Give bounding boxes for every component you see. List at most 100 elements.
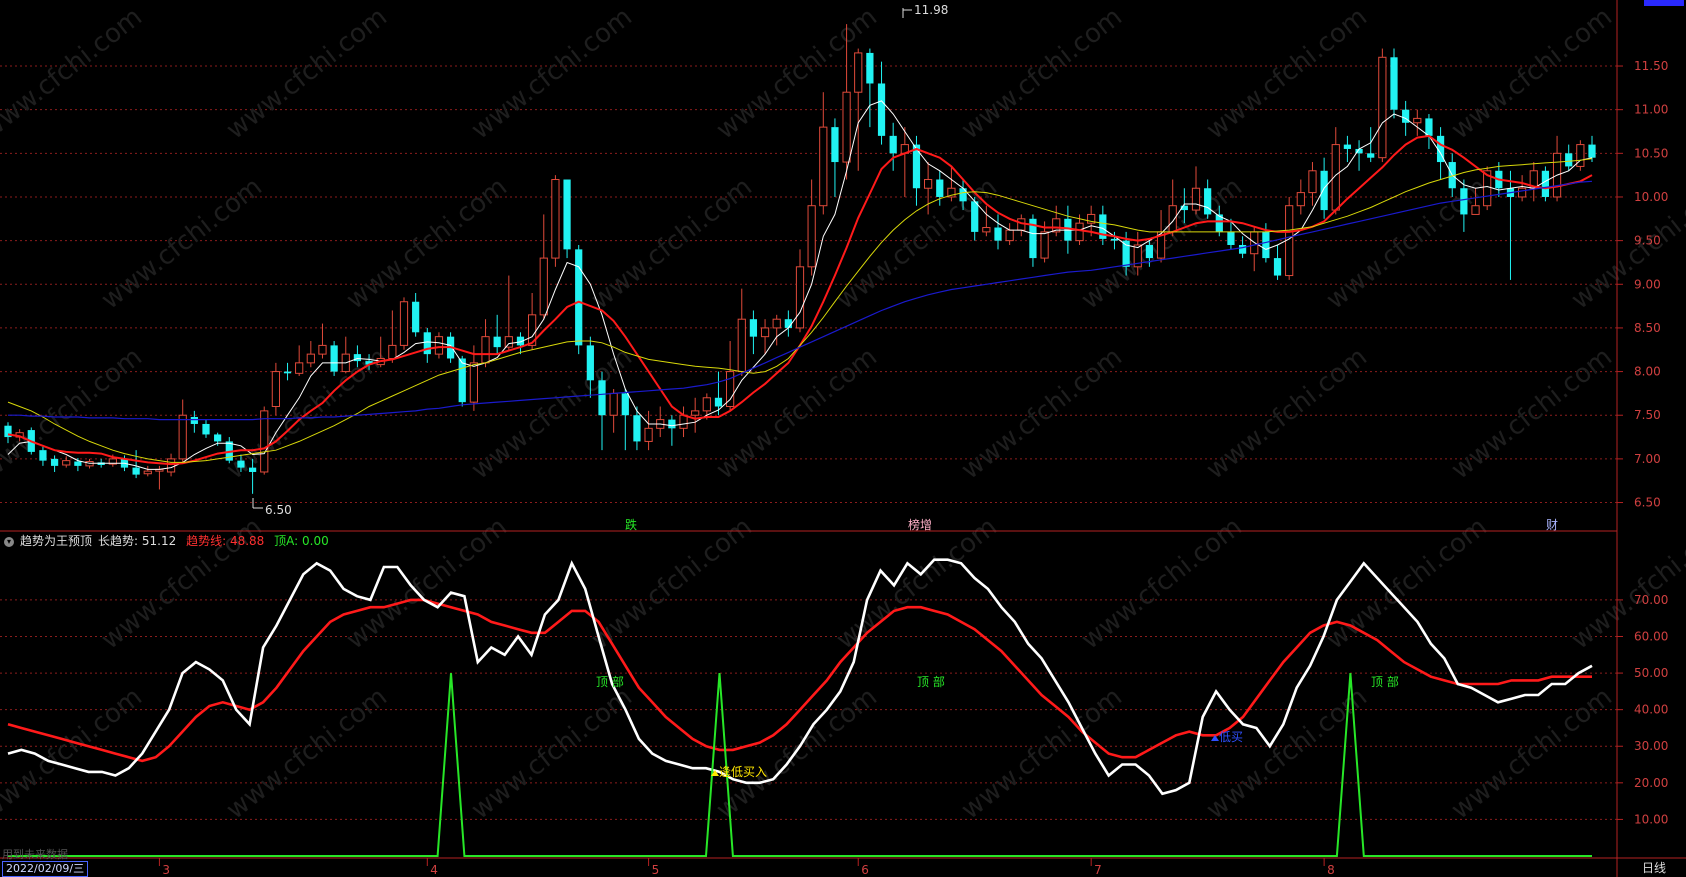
candle-body [214, 434, 222, 442]
future-data-note: 用到未来数据 [2, 848, 68, 861]
indicator-header: ▾ 趋势为王预顶 长趋势: 51.12 趋势线: 48.88 顶A: 0.00 [4, 533, 335, 549]
candle-body [563, 179, 571, 250]
low-price-label: 6.50 [265, 503, 292, 517]
high-price-label: 11.98 [914, 3, 948, 17]
top-signal-1: 顶 部 [596, 674, 624, 689]
candle-body [1460, 188, 1468, 215]
price-tick-label: 7.00 [1634, 452, 1661, 466]
candle-body [412, 301, 420, 333]
candle-body [575, 249, 583, 346]
low-buy-signal: 低买 [1211, 730, 1243, 744]
watermark-text: www.cfchi.com [956, 682, 1128, 826]
low-buy-label: 低买 [1219, 730, 1243, 744]
indicator-tick-label: 70.00 [1634, 593, 1668, 607]
candle-body [598, 380, 606, 416]
candle-body [866, 52, 874, 84]
candle-body [1262, 231, 1270, 259]
watermark-text: www.cfchi.com [466, 2, 638, 146]
watermark-text: www.cfchi.com [1076, 512, 1248, 656]
candle-body [1425, 118, 1433, 136]
candle-body [1110, 238, 1119, 241]
trend-line-value: 48.88 [229, 534, 265, 548]
collapse-icon[interactable]: ▾ [4, 536, 14, 547]
candle-body [912, 144, 921, 189]
candle-body [1390, 57, 1398, 110]
price-axis: 11.50 11.00 10.50 10.00 9.50 9.00 8.50 8.00 7.50… [1617, 59, 1668, 510]
price-tick-label: 10.00 [1634, 190, 1668, 204]
indicator-name: 趋势为王预顶 [20, 534, 93, 548]
price-tick-label: 10.50 [1634, 146, 1668, 160]
candle-body [842, 91, 851, 163]
candle-body [819, 126, 828, 207]
top-a-label: 顶A: [274, 534, 299, 548]
watermark-text: www.cfchi.com [586, 512, 758, 656]
candle-body [1367, 153, 1375, 158]
candle-body [714, 397, 723, 407]
top-signal-2: 顶 部 [917, 674, 945, 689]
candle-body [132, 467, 140, 475]
candle-body [679, 414, 688, 429]
event-label-3[interactable]: 财 [1546, 518, 1558, 532]
candle-body [178, 414, 187, 460]
candle-body [795, 266, 805, 329]
candle-body [74, 461, 82, 466]
period-selector[interactable]: 日线 [1642, 861, 1666, 875]
candle-body [924, 179, 933, 189]
candle-body [877, 83, 886, 136]
event-label-2[interactable]: 榜增 [908, 517, 932, 532]
watermark-text: www.cfchi.com [1201, 682, 1373, 826]
watermark-text: www.cfchi.com [96, 172, 268, 316]
price-tick-label: 6.50 [1634, 496, 1661, 510]
watermark-text: www.cfchi.com [341, 512, 513, 656]
candle-body [248, 467, 257, 472]
candle-body [469, 362, 478, 403]
cursor-date[interactable]: 2022/02/09/三 [2, 861, 89, 877]
candle-body [1238, 244, 1247, 254]
watermark-text: www.cfchi.com [1446, 682, 1618, 826]
candle-body [1005, 229, 1014, 242]
candle-body [1296, 192, 1305, 207]
watermark-text: www.cfchi.com [711, 342, 883, 486]
indicator-tick-label: 20.00 [1634, 776, 1668, 790]
candle-body [551, 179, 560, 259]
price-tick-label: 9.50 [1634, 234, 1661, 248]
candle-body [760, 327, 770, 338]
watermark-text: www.cfchi.com [1446, 342, 1618, 486]
candle-body [1378, 56, 1387, 159]
candle-body [971, 201, 979, 232]
candle-body [1343, 144, 1352, 149]
candle-body [190, 416, 198, 424]
candle-body [1471, 205, 1480, 215]
candle-body [493, 336, 501, 348]
candle-body [283, 371, 292, 374]
indicator-tick-label: 10.00 [1634, 812, 1668, 826]
candle-body [318, 344, 327, 355]
top-a-value: 0.00 [302, 534, 329, 548]
indicator-tick-label: 40.00 [1634, 703, 1668, 717]
candle-body [772, 318, 781, 329]
candle-body [889, 135, 897, 154]
high-price-marker: 11.98 [902, 3, 948, 18]
indicator-tick-label: 30.00 [1634, 739, 1668, 753]
candle-body [271, 371, 280, 408]
event-label-1[interactable]: 跌 [625, 517, 637, 532]
long-trend-label: 长趋势: [98, 534, 139, 548]
month-label: 7 [1094, 863, 1102, 877]
candle-body [1227, 231, 1235, 245]
watermark-text: www.cfchi.com [221, 682, 393, 826]
candle-body [1565, 153, 1573, 167]
buy-low-signal: 逢低买入 [711, 765, 767, 779]
indicator-tick-label: 50.00 [1634, 666, 1668, 680]
candle-body [1273, 258, 1282, 276]
date-axis: 3 4 5 6 7 8 [158, 858, 1335, 877]
candle-body [633, 415, 641, 442]
indicator-axis: 70.00 60.00 50.00 40.00 30.00 20.00 10.00 [1617, 593, 1668, 826]
candle-body [353, 354, 362, 362]
candle-body [691, 410, 700, 416]
corner-tag [1644, 0, 1684, 6]
indicator-tick-label: 60.00 [1634, 629, 1668, 643]
watermark-text: www.cfchi.com [341, 172, 513, 316]
watermark-text: www.cfchi.com [466, 682, 638, 826]
candle-body [330, 345, 338, 372]
watermark-text: www.cfchi.com [1201, 342, 1373, 486]
